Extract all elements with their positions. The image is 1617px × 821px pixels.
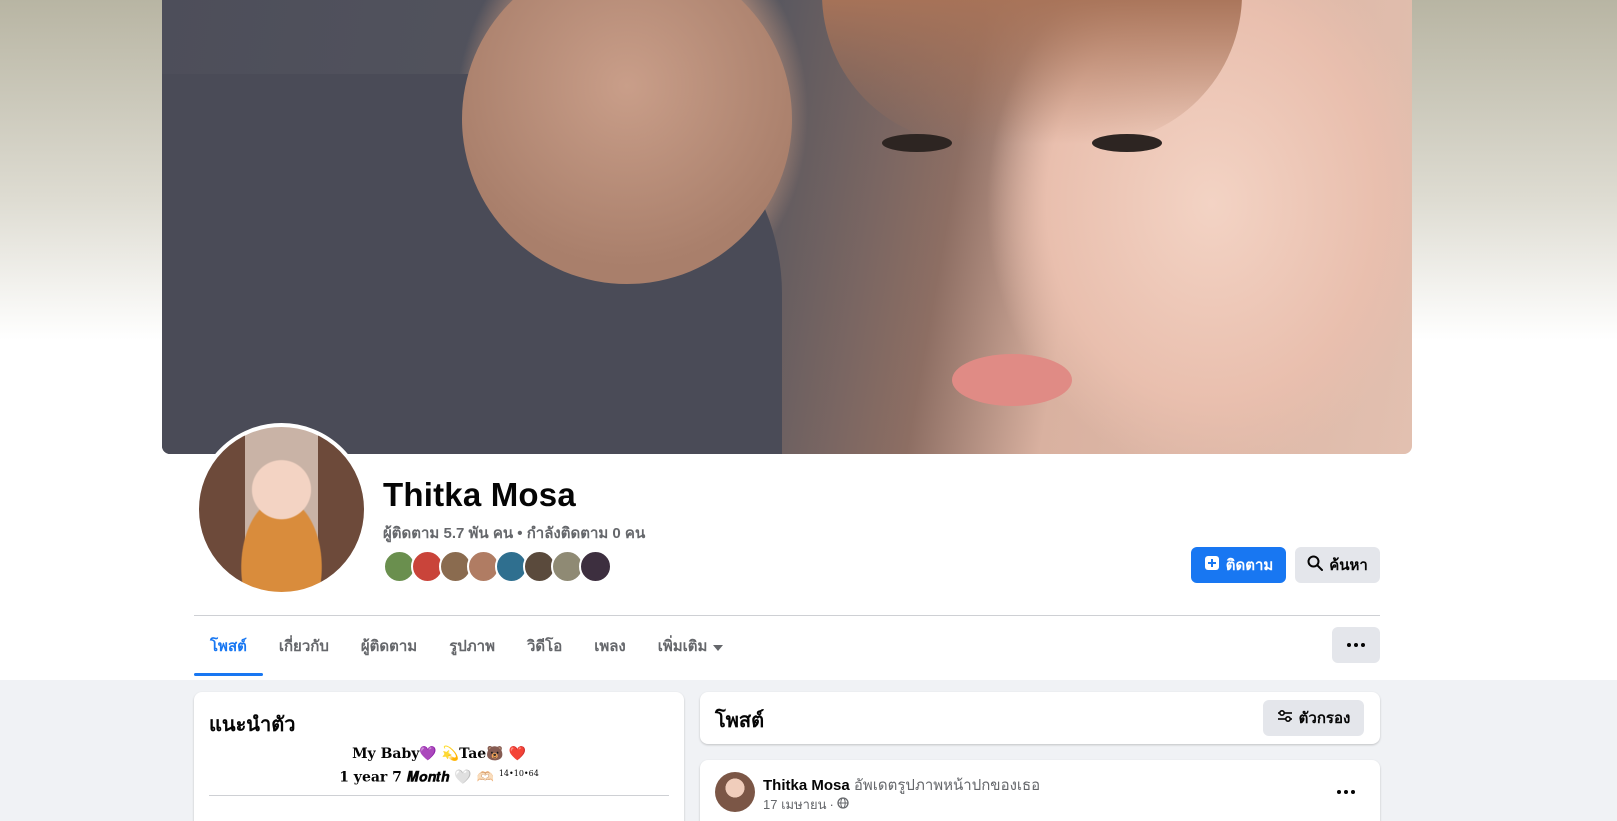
profile-stats[interactable]: ผู้ติดตาม 5.7 พัน คน • กำลังติดตาม 0 คน	[383, 521, 645, 545]
search-button[interactable]: ค้นหา	[1295, 547, 1380, 583]
cover-shape-eye	[1092, 134, 1162, 152]
tab-followers[interactable]: ผู้ติดตาม	[345, 616, 433, 676]
post-author-avatar[interactable]	[715, 772, 755, 812]
intro-card: แนะนำตัว My Baby💜 💫Tae🐻 ❤️ 1 year 7 𝑴𝒐𝒏𝒕…	[194, 692, 684, 821]
tab-videos[interactable]: วิดีโอ	[511, 616, 578, 676]
profile-more-button[interactable]	[1332, 627, 1380, 663]
bio-line: 1 year 7 𝑴𝒐𝒏𝒕𝒉 🤍 🫶🏻	[339, 769, 494, 786]
tab-label: เพลง	[594, 638, 626, 655]
search-icon	[1307, 555, 1324, 575]
post-author-name[interactable]: Thitka Mosa	[763, 777, 850, 794]
caret-down-icon	[713, 638, 724, 655]
follower-avatar[interactable]	[579, 550, 612, 583]
tab-label: ผู้ติดตาม	[360, 638, 418, 655]
follow-button[interactable]: ติดตาม	[1191, 547, 1286, 583]
tab-music[interactable]: เพลง	[578, 616, 642, 676]
tab-posts[interactable]: โพสต์	[194, 616, 263, 676]
post-meta: 17 เมษายน ·	[763, 794, 849, 815]
cover-shape-lips	[952, 354, 1072, 406]
filter-button-label: ตัวกรอง	[1298, 710, 1351, 727]
bio-date: 14•10•64	[498, 769, 539, 778]
post-action-text: อัพเดตรูปภาพหน้าปกของเธอ	[853, 777, 1041, 794]
profile-name: Thitka Mosa	[383, 476, 576, 513]
bio-line: My Baby💜 💫Tae🐻 ❤️	[352, 746, 526, 762]
tab-label: เพิ่มเติม	[657, 638, 708, 655]
cover-shape-eye	[882, 134, 952, 152]
profile-avatar[interactable]	[195, 423, 368, 596]
posts-header-card: โพสต์ ตัวกรอง	[700, 692, 1380, 744]
post-options-button[interactable]	[1328, 774, 1364, 810]
globe-icon	[837, 797, 849, 812]
profile-tabs: โพสต์ เกี่ยวกับ ผู้ติดตาม รูปภาพ วิดีโอ …	[194, 616, 739, 676]
post-date[interactable]: 17 เมษายน	[763, 794, 826, 815]
tab-about[interactable]: เกี่ยวกับ	[263, 616, 345, 676]
follow-icon	[1204, 555, 1220, 575]
bio-text: My Baby💜 💫Tae🐻 ❤️ 1 year 7 𝑴𝒐𝒏𝒕𝒉 🤍 🫶🏻 14…	[194, 744, 684, 788]
more-icon	[1347, 643, 1365, 647]
tab-label: โพสต์	[210, 638, 247, 655]
post-card: Thitka Mosa อัพเดตรูปภาพหน้าปกของเธอ 17 …	[700, 760, 1380, 821]
cover-photo[interactable]	[162, 0, 1412, 454]
tab-more[interactable]: เพิ่มเติม	[642, 616, 740, 676]
filter-icon	[1277, 708, 1293, 728]
follow-button-label: ติดตาม	[1225, 557, 1274, 574]
posts-title: โพสต์	[715, 710, 765, 732]
post-meta-separator: ·	[829, 797, 834, 812]
tab-label: เกี่ยวกับ	[278, 638, 329, 655]
cover-shape-hair	[822, 0, 1242, 144]
tab-label: รูปภาพ	[449, 638, 495, 655]
intro-title: แนะนำตัว	[209, 714, 296, 736]
intro-divider	[209, 795, 669, 796]
filter-button[interactable]: ตัวกรอง	[1263, 700, 1364, 736]
search-button-label: ค้นหา	[1329, 557, 1368, 574]
bio-line-2: 1 year 7 𝑴𝒐𝒏𝒕𝒉 🤍 🫶🏻 14•10•64	[194, 764, 684, 788]
more-icon	[1337, 790, 1355, 794]
tab-photos[interactable]: รูปภาพ	[433, 616, 511, 676]
follower-avatars	[383, 550, 612, 583]
tab-label: วิดีโอ	[526, 638, 563, 655]
